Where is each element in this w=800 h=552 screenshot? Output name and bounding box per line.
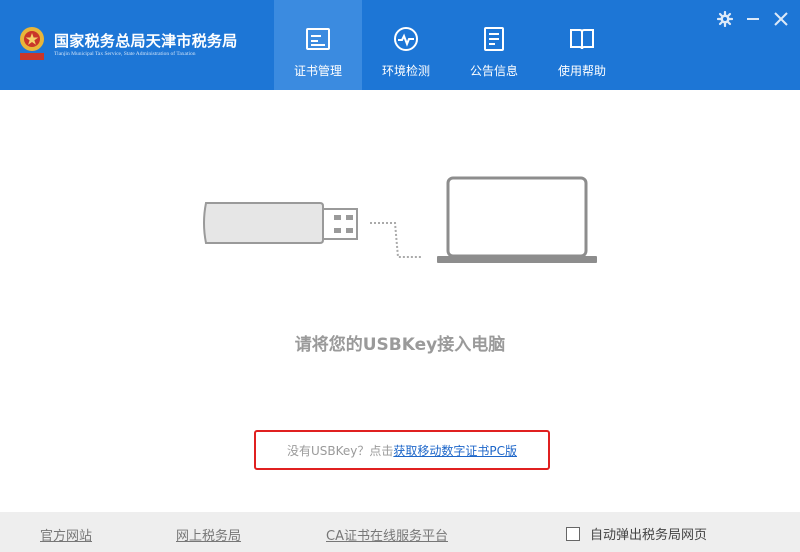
settings-icon [717,11,733,27]
usbkey-to-laptop-illustration [203,176,597,263]
settings-button[interactable] [716,10,734,28]
tab-help[interactable]: 使用帮助 [538,0,626,90]
tab-announcements[interactable]: 公告信息 [450,0,538,90]
auto-popup-checkbox[interactable] [566,526,580,541]
connection-line [370,222,422,258]
auto-popup-label: 自动弹出税务局网页 [590,528,708,543]
get-mobile-cert-callout: 没有USBKey？点击 获取移动数字证书PC版 [254,430,550,470]
laptop-icon [437,176,597,263]
window-controls [716,10,790,28]
minimize-icon [747,18,759,20]
main-nav: 证书管理 环境检测 公告信息 使用帮助 [274,0,626,90]
book-icon [570,29,594,50]
tab-label: 证书管理 [293,64,342,78]
online-tax-bureau-link[interactable]: 网上税务局 [176,525,241,544]
close-button[interactable] [772,10,790,28]
tab-environment-check[interactable]: 环境检测 [362,0,450,90]
minimize-button[interactable] [744,10,762,28]
tab-label: 使用帮助 [557,64,606,78]
auto-popup-option[interactable]: 自动弹出税务局网页 [566,524,707,543]
tab-certificate-management[interactable]: 证书管理 [274,0,362,90]
brand-title: 国家税务总局天津市税务局 [54,32,238,50]
ca-cert-platform-link[interactable]: CA证书在线服务平台 [326,525,448,544]
title-bar: 国家税务总局天津市税务局 Tianjin Municipal Tax Servi… [0,0,800,90]
brand: 国家税务总局天津市税务局 Tianjin Municipal Tax Servi… [14,24,274,64]
no-usbkey-text: 没有USBKey？点击 [286,443,394,458]
usb-key-icon [203,202,358,244]
gauge-icon [394,27,418,51]
certificate-icon [306,28,330,50]
tab-label: 公告信息 [469,64,518,78]
brand-subtitle: Tianjin Municipal Tax Service, State Adm… [54,51,196,57]
main-content: 请将您的USBKey接入电脑 没有USBKey？点击 获取移动数字证书PC版 [0,90,800,512]
tax-emblem-icon [20,27,44,60]
insert-usbkey-prompt: 请将您的USBKey接入电脑 [294,335,506,355]
close-icon [774,12,788,26]
official-website-link[interactable]: 官方网站 [40,525,92,544]
get-mobile-cert-link[interactable]: 获取移动数字证书PC版 [393,442,517,459]
document-icon [484,27,504,51]
footer-bar: 官方网站 网上税务局 CA证书在线服务平台 自动弹出税务局网页 [0,512,800,552]
tab-label: 环境检测 [381,64,430,78]
